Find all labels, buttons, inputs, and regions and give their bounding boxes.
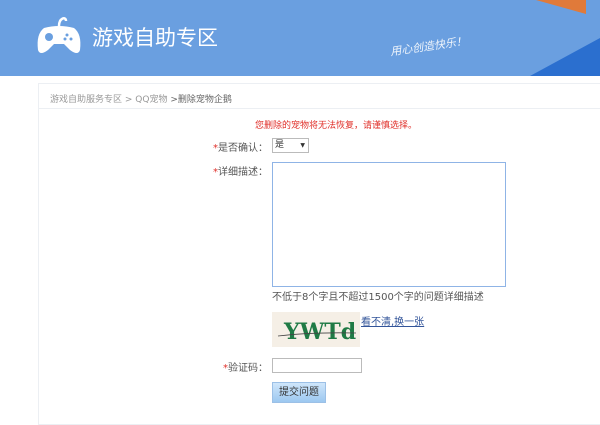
submit-button[interactable]: 提交问题	[272, 382, 326, 403]
decor-triangle	[530, 38, 600, 76]
breadcrumb-qq-pet[interactable]: QQ宠物	[135, 95, 167, 105]
refresh-captcha-link[interactable]: 看不清,换一张	[361, 313, 424, 328]
desc-label-text: 详细描述：	[218, 167, 268, 178]
decor-triangle	[536, 0, 586, 14]
warning-text: 您删除的宠物将无法恢复，请谨慎选择。	[255, 121, 418, 131]
gamepad-icon	[37, 17, 81, 53]
code-label: *验证码：	[188, 359, 268, 374]
confirm-label-text: 是否确认：	[218, 143, 268, 154]
confirm-label: *是否确认：	[188, 139, 268, 154]
breadcrumb-sep: >	[122, 95, 136, 105]
breadcrumb: 游戏自助服务专区 > QQ宠物 >删除宠物企鹅	[50, 92, 232, 105]
desc-label: *详细描述：	[188, 163, 268, 178]
divider	[38, 108, 600, 109]
header: 游戏自助专区 用心创造快乐！	[0, 0, 600, 76]
captcha-image: YWTd	[272, 312, 360, 347]
breadcrumb-home[interactable]: 游戏自助服务专区	[50, 95, 122, 105]
confirm-select-value: 是	[275, 140, 285, 150]
dropdown-arrow-icon: ▼	[300, 142, 305, 149]
slogan: 用心创造快乐！	[389, 34, 468, 59]
captcha-input[interactable]	[272, 358, 362, 373]
breadcrumb-current: >删除宠物企鹅	[167, 95, 232, 105]
site-title: 游戏自助专区	[92, 26, 218, 50]
description-hint: 不低于8个字且不超过1500个字的问题详细描述	[272, 292, 484, 303]
code-label-text: 验证码：	[228, 363, 268, 374]
description-textarea[interactable]	[272, 162, 506, 287]
captcha-text: YWTd	[283, 319, 356, 345]
confirm-select[interactable]: 是 ▼	[272, 138, 309, 153]
